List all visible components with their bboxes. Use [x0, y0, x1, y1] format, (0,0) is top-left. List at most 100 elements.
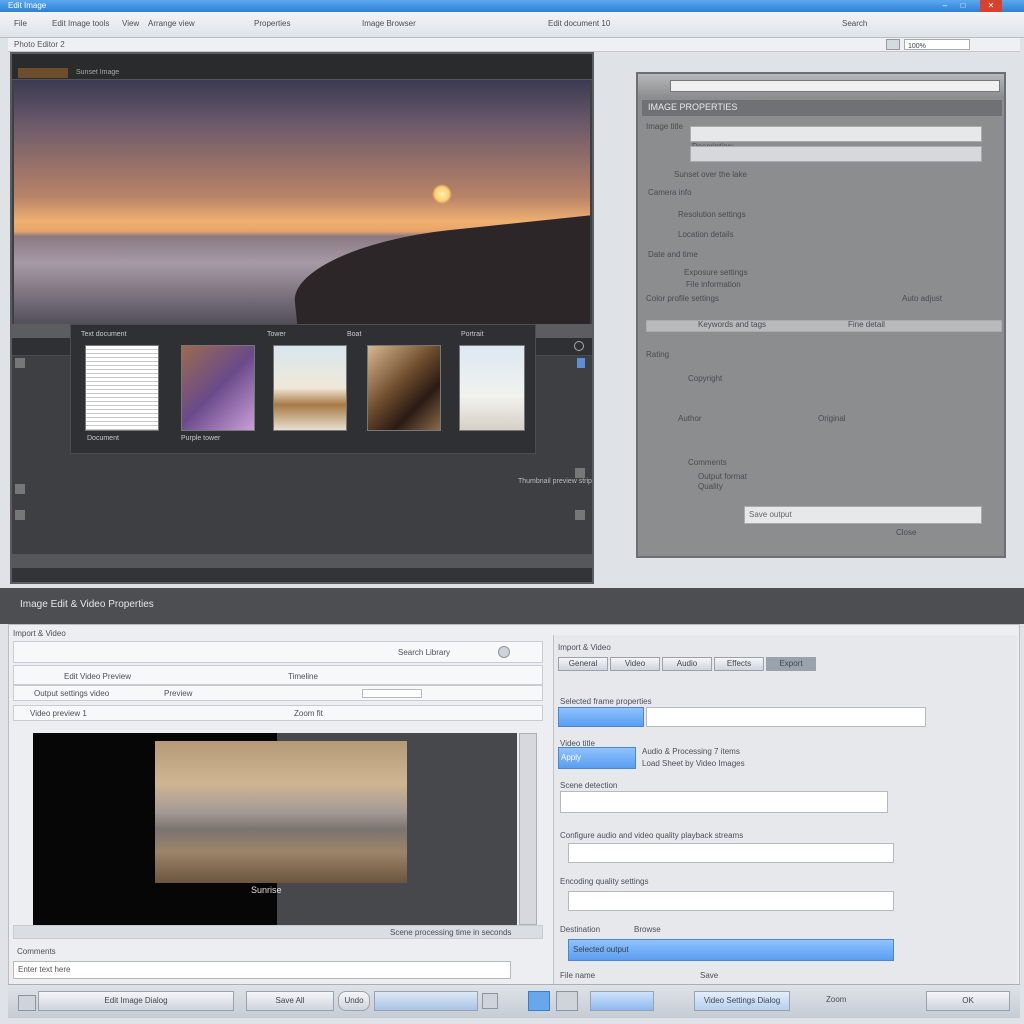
field-label: File name	[560, 971, 596, 980]
browse-link[interactable]: Browse	[634, 925, 661, 934]
thumb-caption: Text document	[81, 331, 127, 338]
menu-arrange[interactable]: Arrange view	[148, 19, 195, 28]
menu-search[interactable]: Search	[842, 19, 867, 28]
menu-view[interactable]: View	[122, 19, 139, 28]
prop-label: Camera info	[648, 188, 692, 197]
video-caption: Sunrise	[251, 885, 282, 895]
thumbnail-document[interactable]	[85, 345, 159, 431]
toolbar-tab[interactable]	[18, 68, 68, 78]
output-field[interactable]: Save output	[744, 506, 982, 524]
field-label: Encoding quality settings	[560, 877, 649, 886]
prop-label: Keywords and tags	[698, 320, 767, 329]
maximize-button[interactable]: □	[956, 0, 970, 12]
thumb-label: Document	[87, 435, 119, 442]
output-field[interactable]: Selected output	[568, 939, 894, 961]
collapse-icon[interactable]	[575, 510, 585, 520]
settings-icon[interactable]	[574, 341, 584, 351]
viewer-title: Sunset Image	[76, 69, 120, 76]
frame-field[interactable]	[646, 707, 926, 727]
row-value: Timeline	[288, 672, 318, 681]
prop-label: Resolution settings	[678, 210, 746, 219]
task-undo[interactable]: Undo	[338, 991, 370, 1011]
menu-properties[interactable]: Properties	[254, 19, 290, 28]
close-link[interactable]: Close	[896, 528, 916, 537]
prop-label: Output format	[698, 472, 747, 481]
app-icon[interactable]	[482, 993, 498, 1009]
tab-audio[interactable]: Audio	[662, 657, 712, 671]
desc-line: Audio & Processing 7 items	[642, 747, 740, 756]
title-field[interactable]	[690, 126, 982, 142]
row-label: Edit Video Preview	[64, 672, 131, 681]
expand-icon[interactable]	[575, 468, 585, 478]
grid-icon[interactable]	[15, 484, 25, 494]
comments-label: Comments	[17, 947, 56, 956]
prop-label: Image title	[646, 122, 683, 131]
thumb-label: Purple tower	[181, 435, 221, 442]
task-edit-image[interactable]: Edit Image Dialog	[38, 991, 234, 1011]
viewer-toolbar: Sunset Image	[12, 54, 592, 80]
thumbnail-boat[interactable]	[273, 345, 347, 431]
path-label: Photo Editor 2	[14, 40, 65, 49]
folder-icon[interactable]	[556, 991, 578, 1011]
thumbnail-snapshot[interactable]	[459, 345, 525, 431]
prop-label: Quality	[698, 482, 723, 491]
video-scrollbar[interactable]	[519, 733, 537, 925]
apply-button[interactable]: Apply	[558, 747, 636, 769]
prop-label: Location details	[678, 230, 734, 239]
address-bar: Photo Editor 2 100%	[8, 38, 1020, 52]
prop-label: Color profile settings	[646, 294, 719, 303]
task-save-all[interactable]: Save All	[246, 991, 334, 1011]
menu-file[interactable]: File	[14, 19, 27, 28]
settings-row-1: Edit Video Preview Timeline	[13, 665, 543, 685]
minimize-button[interactable]: –	[938, 0, 952, 12]
tab-effects[interactable]: Effects	[714, 657, 764, 671]
thumbnail-portrait[interactable]	[367, 345, 441, 431]
save-link[interactable]: Save	[700, 971, 718, 980]
right-nav-icon[interactable]	[577, 358, 585, 368]
sun	[432, 184, 452, 204]
viewer-scrollbar[interactable]	[12, 568, 592, 582]
section-title: Image Edit & Video Properties	[20, 599, 154, 610]
properties-toolbar	[638, 74, 1004, 98]
list-icon[interactable]	[15, 510, 25, 520]
properties-search[interactable]	[670, 80, 1000, 92]
comments-input[interactable]: Enter text here	[13, 961, 511, 979]
thumb-caption: Tower	[267, 331, 286, 338]
row-label: Video preview 1	[30, 709, 87, 718]
scene-input[interactable]	[560, 791, 888, 813]
task-media[interactable]	[590, 991, 654, 1011]
close-button[interactable]: ✕	[980, 0, 1002, 12]
prop-label: Date and time	[648, 250, 698, 259]
thumb-caption: Portrait	[461, 331, 484, 338]
prop-label: Author	[678, 414, 702, 423]
search-icon[interactable]	[498, 646, 510, 658]
row-label: Output settings video	[34, 689, 110, 698]
selected-frame[interactable]	[558, 707, 644, 727]
zoom-field[interactable]: 100%	[904, 39, 970, 50]
task-video-settings[interactable]: Video Settings Dialog	[694, 991, 790, 1011]
encoding-input[interactable]	[568, 891, 894, 911]
start-icon[interactable]	[18, 995, 36, 1011]
description-field[interactable]	[690, 146, 982, 162]
prop-label: Comments	[688, 458, 727, 467]
settings-row-3: Video preview 1 Zoom fit	[13, 705, 543, 721]
sunset-photo	[14, 80, 590, 324]
video-player[interactable]: Sunrise	[33, 733, 517, 925]
slider-field[interactable]	[362, 689, 422, 698]
prop-label: File information	[686, 280, 741, 289]
browser-icon[interactable]	[528, 991, 550, 1011]
task-active[interactable]	[374, 991, 478, 1011]
view-icon[interactable]	[886, 39, 900, 50]
task-ok[interactable]: OK	[926, 991, 1010, 1011]
menu-image-browser[interactable]: Image Browser	[362, 19, 416, 28]
thumbnail-tower[interactable]	[181, 345, 255, 431]
tab-general[interactable]: General	[558, 657, 608, 671]
menu-bar: File Edit Image tools View Arrange view …	[0, 12, 1024, 38]
tab-export[interactable]: Export	[766, 657, 816, 671]
menu-edit[interactable]: Edit Image tools	[52, 19, 109, 28]
quality-input[interactable]	[568, 843, 894, 863]
left-nav-icon[interactable]	[15, 358, 25, 368]
prop-label: Sunset over the lake	[674, 170, 747, 179]
search-row: Search Library	[13, 641, 543, 663]
tab-video[interactable]: Video	[610, 657, 660, 671]
